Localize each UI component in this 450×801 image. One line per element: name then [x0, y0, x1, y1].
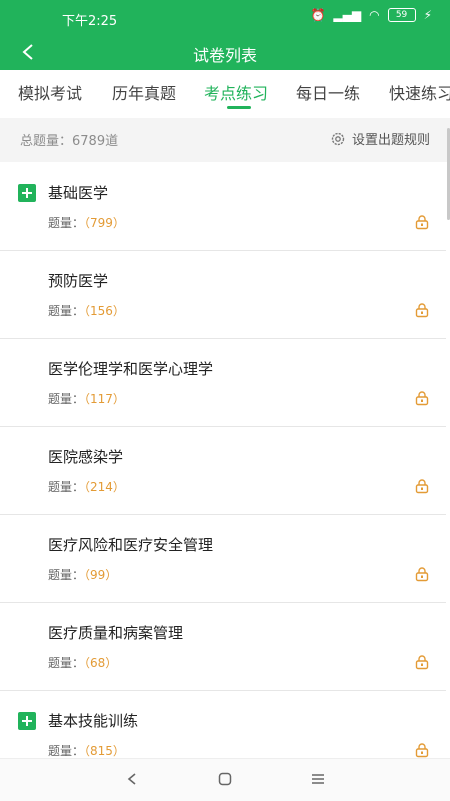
- summary-bar: 总题量：6789道 设置出题规则: [0, 118, 450, 162]
- list-item[interactable]: 医学伦理学和医学心理学 题量：（117）: [0, 338, 446, 427]
- status-time: 下午2:25: [62, 14, 118, 29]
- list-item[interactable]: 预防医学 题量：（156）: [0, 250, 446, 339]
- count-label: 题量：: [48, 568, 85, 582]
- gear-icon: [331, 132, 345, 145]
- system-nav-bar: [0, 758, 450, 801]
- wifi-icon: ◠: [369, 8, 380, 22]
- list-item[interactable]: 基础医学 题量：（799）: [0, 162, 446, 251]
- count-value: （815）: [84, 744, 125, 758]
- expand-icon[interactable]: [18, 712, 36, 730]
- lock-icon[interactable]: [414, 742, 430, 758]
- item-title: 基础医学: [48, 184, 109, 202]
- count-value: （99）: [84, 568, 118, 582]
- item-count: 题量：（156）: [48, 302, 125, 319]
- count-label: 题量：: [48, 656, 85, 670]
- item-count: 题量：（99）: [48, 566, 117, 583]
- nav-home-button[interactable]: [213, 769, 237, 789]
- nav-menu-button[interactable]: [306, 769, 330, 789]
- list-item[interactable]: 医院感染学 题量：（214）: [0, 426, 446, 515]
- tab-topic-practice[interactable]: 考点练习: [204, 80, 268, 104]
- tab-bar: 模拟考试 历年真题 考点练习 每日一练 快速练习: [0, 70, 450, 118]
- active-tab-indicator: [227, 106, 251, 109]
- expand-icon[interactable]: [18, 184, 36, 202]
- item-count: 题量：（799）: [48, 214, 125, 231]
- tab-quick-practice[interactable]: 快速练习: [389, 80, 450, 104]
- nav-back-button[interactable]: [120, 769, 144, 789]
- tab-daily-practice[interactable]: 每日一练: [296, 80, 360, 104]
- charging-icon: ⚡: [423, 8, 432, 22]
- status-bar: 下午2:25 ⏰ ▂▄▆ ◠ 59 ⚡: [0, 0, 450, 36]
- count-value: （117）: [84, 392, 125, 406]
- alarm-off-icon: ⏰: [310, 8, 326, 22]
- count-value: （214）: [84, 480, 125, 494]
- tab-mock-exam[interactable]: 模拟考试: [18, 80, 82, 104]
- topic-list: 基础医学 题量：（799） 预防医学 题量：（156） 医学伦理学和医学心理学 …: [0, 162, 446, 758]
- count-label: 题量：: [48, 304, 85, 318]
- count-label: 题量：: [48, 480, 85, 494]
- lock-icon[interactable]: [414, 390, 430, 406]
- count-value: （156）: [84, 304, 125, 318]
- count-label: 题量：: [48, 744, 85, 758]
- nav-back-icon: [127, 773, 136, 785]
- nav-menu-icon: [312, 774, 324, 784]
- count-value: （799）: [84, 216, 125, 230]
- question-rules-label: 设置出题规则: [351, 133, 430, 148]
- count-value: （68）: [84, 656, 118, 670]
- lock-icon[interactable]: [414, 214, 430, 230]
- count-label: 题量：: [48, 392, 85, 406]
- item-count: 题量：（214）: [48, 478, 125, 495]
- battery-icon: 59: [387, 8, 416, 22]
- list-item[interactable]: 医疗质量和病案管理 题量：（68）: [0, 602, 446, 691]
- page-title: 试卷列表: [192, 46, 257, 65]
- lock-icon[interactable]: [414, 302, 430, 318]
- signal-icon: ▂▄▆: [333, 8, 362, 22]
- item-count: 题量：（68）: [48, 654, 117, 671]
- item-title: 医院感染学: [48, 448, 124, 466]
- total-question-count: 总题量：6789道: [20, 134, 119, 149]
- question-rules-button[interactable]: 设置出题规则: [330, 129, 430, 148]
- item-count: 题量：（815）: [48, 742, 125, 758]
- title-bar: 试卷列表: [0, 36, 450, 70]
- lock-icon[interactable]: [414, 654, 430, 670]
- list-item[interactable]: 基本技能训练 题量：（815）: [0, 690, 446, 758]
- item-title: 医疗风险和医疗安全管理: [48, 536, 214, 554]
- item-title: 医疗质量和病案管理: [48, 624, 184, 642]
- item-title: 基本技能训练: [48, 712, 139, 730]
- item-count: 题量：（117）: [48, 390, 125, 407]
- nav-home-icon: [218, 772, 232, 786]
- lock-icon[interactable]: [414, 478, 430, 494]
- lock-icon[interactable]: [414, 566, 430, 582]
- status-icons: ⏰ ▂▄▆ ◠ 59 ⚡: [310, 8, 432, 22]
- item-title: 医学伦理学和医学心理学: [48, 360, 214, 378]
- item-title: 预防医学: [48, 272, 109, 290]
- count-label: 题量：: [48, 216, 85, 230]
- list-item[interactable]: 医疗风险和医疗安全管理 题量：（99）: [0, 514, 446, 603]
- tab-past-papers[interactable]: 历年真题: [112, 80, 176, 104]
